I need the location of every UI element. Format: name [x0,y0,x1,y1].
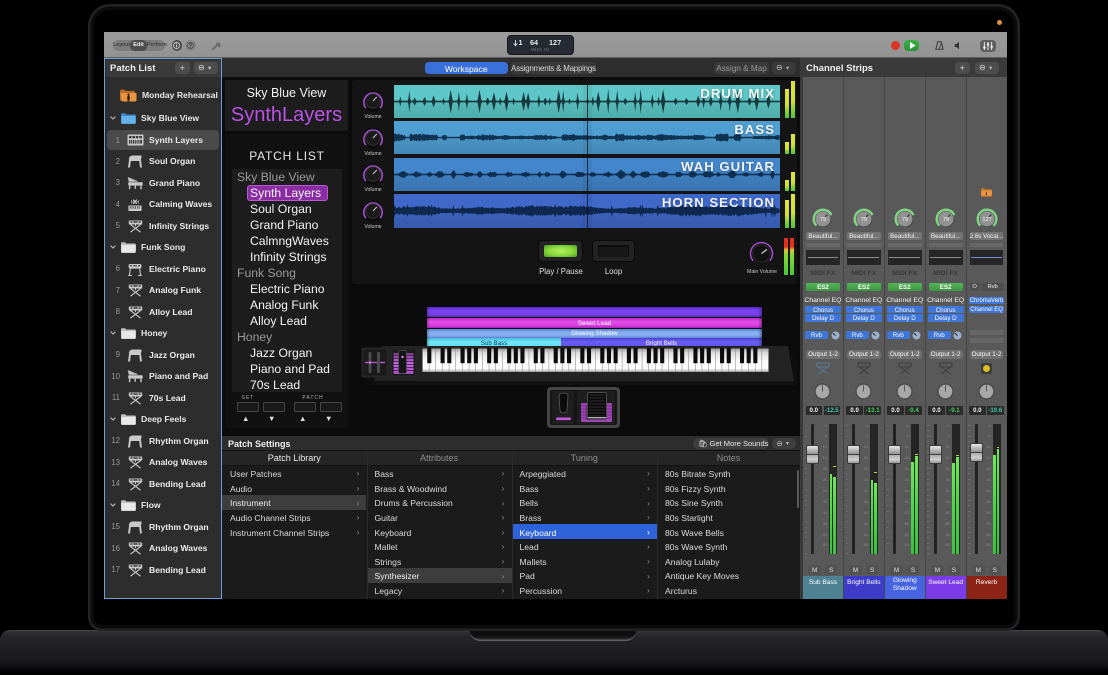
svg-text:79: 79 [861,217,867,223]
svg-text:79: 79 [902,217,908,223]
svg-text:127: 127 [982,217,991,223]
svg-text:79: 79 [943,217,949,223]
svg-text:79: 79 [820,217,826,223]
